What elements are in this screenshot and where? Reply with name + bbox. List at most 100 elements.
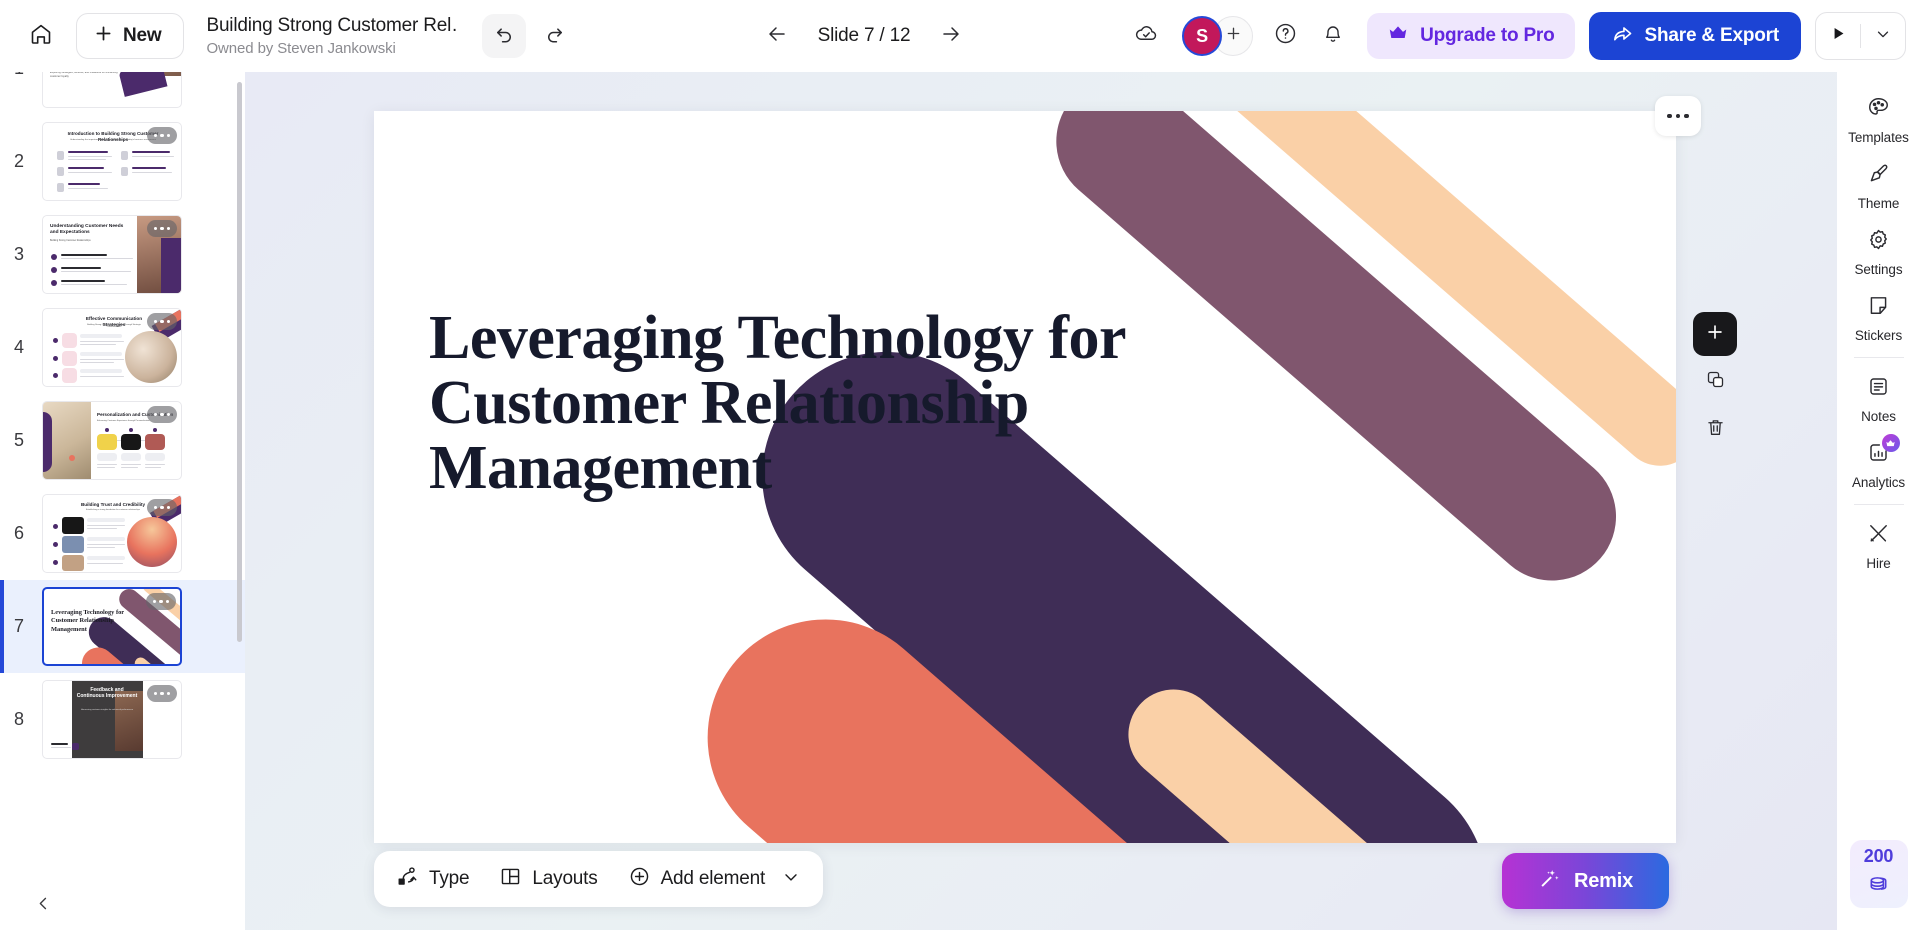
present-group xyxy=(1815,12,1906,60)
rail-item-theme[interactable]: Theme xyxy=(1842,152,1916,218)
credits-card[interactable]: 200 xyxy=(1849,840,1908,908)
slide-canvas[interactable]: Leveraging Technology for Customer Relat… xyxy=(374,111,1676,843)
thumb-subtitle: Building Strong Customer Relationships xyxy=(50,240,91,242)
duplicate-slide-button[interactable] xyxy=(1693,360,1737,404)
slides-sidebar: 1 Building Strong Customer Relationships… xyxy=(0,72,245,930)
sidebar-footer xyxy=(0,882,245,930)
thumbnail-menu-button[interactable] xyxy=(146,593,176,610)
thumbnail-menu-button[interactable] xyxy=(147,220,177,237)
next-slide-button[interactable] xyxy=(929,14,973,58)
rail-item-analytics[interactable]: Analytics xyxy=(1842,431,1916,497)
slide-options-button[interactable] xyxy=(1655,96,1701,136)
arrow-right-icon xyxy=(939,22,963,51)
avatar[interactable]: S xyxy=(1182,16,1223,56)
help-button[interactable] xyxy=(1263,14,1307,58)
rail-label-theme: Theme xyxy=(1857,196,1900,211)
slide-navigation: Slide 7 / 12 xyxy=(755,0,973,72)
coins-icon xyxy=(1865,870,1892,902)
cloud-check-icon xyxy=(1134,21,1159,51)
layouts-icon xyxy=(499,865,522,894)
copy-icon xyxy=(1705,369,1726,395)
sticker-icon xyxy=(1866,293,1891,323)
delete-slide-button[interactable] xyxy=(1693,408,1737,452)
type-tool-button[interactable]: Type xyxy=(396,865,470,894)
present-options-button[interactable] xyxy=(1861,13,1905,59)
add-element-label: Add element xyxy=(660,868,766,889)
arrow-left-icon xyxy=(765,22,789,51)
magic-wand-icon xyxy=(1538,867,1561,896)
rail-item-hire[interactable]: Hire xyxy=(1842,512,1916,578)
play-icon xyxy=(1830,25,1847,47)
bottom-toolbar: Type Layouts Add element xyxy=(374,851,824,907)
redo-button[interactable] xyxy=(532,14,576,58)
slide-thumbnail[interactable]: Building Strong Customer Relationships E… xyxy=(42,72,182,108)
rail-item-notes[interactable]: Notes xyxy=(1842,365,1916,431)
rail-item-settings[interactable]: Settings xyxy=(1842,218,1916,284)
thumb-subtitle: Establishing a strong foundation for cus… xyxy=(86,509,140,511)
chevron-down-icon xyxy=(1874,25,1892,48)
undo-arrow-icon xyxy=(493,22,516,50)
document-title[interactable]: Building Strong Customer Rel… xyxy=(206,15,456,37)
plus-icon xyxy=(93,23,114,49)
sidebar-scrollbar[interactable] xyxy=(237,82,242,642)
list-item[interactable]: 3 Understanding Customer Needs and Expec… xyxy=(0,208,245,301)
list-item[interactable]: 1 Building Strong Customer Relationships… xyxy=(0,72,245,115)
undo-button[interactable] xyxy=(482,14,527,58)
slide-thumbnail[interactable]: Effective Communication Strategies Build… xyxy=(42,308,182,387)
slide-thumbnail[interactable]: Understanding Customer Needs and Expecta… xyxy=(42,215,182,294)
rail-divider xyxy=(1853,357,1904,358)
type-tool-label: Type xyxy=(429,868,470,889)
remix-button[interactable]: Remix xyxy=(1502,853,1670,909)
slide-counter[interactable]: Slide 7 / 12 xyxy=(809,25,919,47)
thumb-title: Feedback and Continuous Improvement xyxy=(76,687,138,700)
add-element-button[interactable]: Add element xyxy=(628,865,765,894)
chevron-down-icon xyxy=(781,867,801,892)
canvas-tools xyxy=(1693,312,1737,452)
slide-thumbnail[interactable]: Personalization and Customization Enhanc… xyxy=(42,401,182,480)
slides-list[interactable]: 1 Building Strong Customer Relationships… xyxy=(0,72,245,900)
thumbnail-menu-button[interactable] xyxy=(147,127,177,144)
hire-tools-icon xyxy=(1866,521,1891,551)
right-rail: Templates Theme Settings Stickers Notes … xyxy=(1837,72,1920,930)
top-bar: New Building Strong Customer Rel… Owned … xyxy=(0,0,1920,72)
undo-redo-group xyxy=(482,14,576,58)
thumbnail-menu-button[interactable] xyxy=(147,406,177,423)
share-arrow-icon xyxy=(1611,22,1634,51)
thumbnail-menu-button[interactable] xyxy=(147,313,177,330)
previous-slide-button[interactable] xyxy=(755,14,799,58)
list-item[interactable]: 4 Effective Communication Strategies Bui… xyxy=(0,301,245,394)
cloud-save-button[interactable] xyxy=(1124,14,1168,58)
list-item[interactable]: 8 Feedback and Continuous Improvement Ha… xyxy=(0,673,245,766)
slide-heading[interactable]: Leveraging Technology for Customer Relat… xyxy=(429,305,1129,501)
document-meta: Building Strong Customer Rel… Owned by S… xyxy=(206,15,456,57)
list-item[interactable]: 6 Building Trust and Credibility Establi… xyxy=(0,487,245,580)
thumb-subtitle: Exploring strategies, benefits, and meas… xyxy=(50,72,118,78)
present-button[interactable] xyxy=(1816,13,1860,59)
collapse-sidebar-button[interactable] xyxy=(28,891,58,921)
toolbar-expand-button[interactable] xyxy=(781,867,801,892)
slide-number: 5 xyxy=(13,430,24,450)
slide-thumbnail[interactable]: Leveraging Technology for Customer Relat… xyxy=(42,587,182,666)
canvas-area[interactable]: Leveraging Technology for Customer Relat… xyxy=(245,72,1837,930)
layouts-button[interactable]: Layouts xyxy=(499,865,598,894)
list-item[interactable]: 5 Personalization and Customization Enha… xyxy=(0,394,245,487)
new-button[interactable]: New xyxy=(76,13,185,59)
share-and-export-button[interactable]: Share & Export xyxy=(1588,12,1801,60)
thumbnail-menu-button[interactable] xyxy=(147,685,177,702)
list-item[interactable]: 7 Leveraging Technology for Customer Rel… xyxy=(0,580,245,673)
list-item[interactable]: 2 Introduction to Building Strong Custom… xyxy=(0,115,245,208)
thumbnail-menu-button[interactable] xyxy=(147,499,177,516)
home-button[interactable] xyxy=(18,13,64,59)
crown-icon xyxy=(1387,22,1409,50)
upgrade-to-pro-button[interactable]: Upgrade to Pro xyxy=(1367,13,1575,59)
slide-thumbnail[interactable]: Introduction to Building Strong Customer… xyxy=(42,122,182,201)
rail-label-analytics: Analytics xyxy=(1851,475,1906,490)
type-tool-icon xyxy=(396,865,419,894)
slide-thumbnail[interactable]: Feedback and Continuous Improvement Harn… xyxy=(42,680,182,759)
slide-thumbnail[interactable]: Building Trust and Credibility Establish… xyxy=(42,494,182,573)
rail-item-stickers[interactable]: Stickers xyxy=(1842,284,1916,350)
rail-item-templates[interactable]: Templates xyxy=(1842,86,1916,152)
notifications-button[interactable] xyxy=(1311,14,1355,58)
thumb-title: Understanding Customer Needs and Expecta… xyxy=(50,224,124,235)
add-slide-button[interactable] xyxy=(1693,312,1737,356)
